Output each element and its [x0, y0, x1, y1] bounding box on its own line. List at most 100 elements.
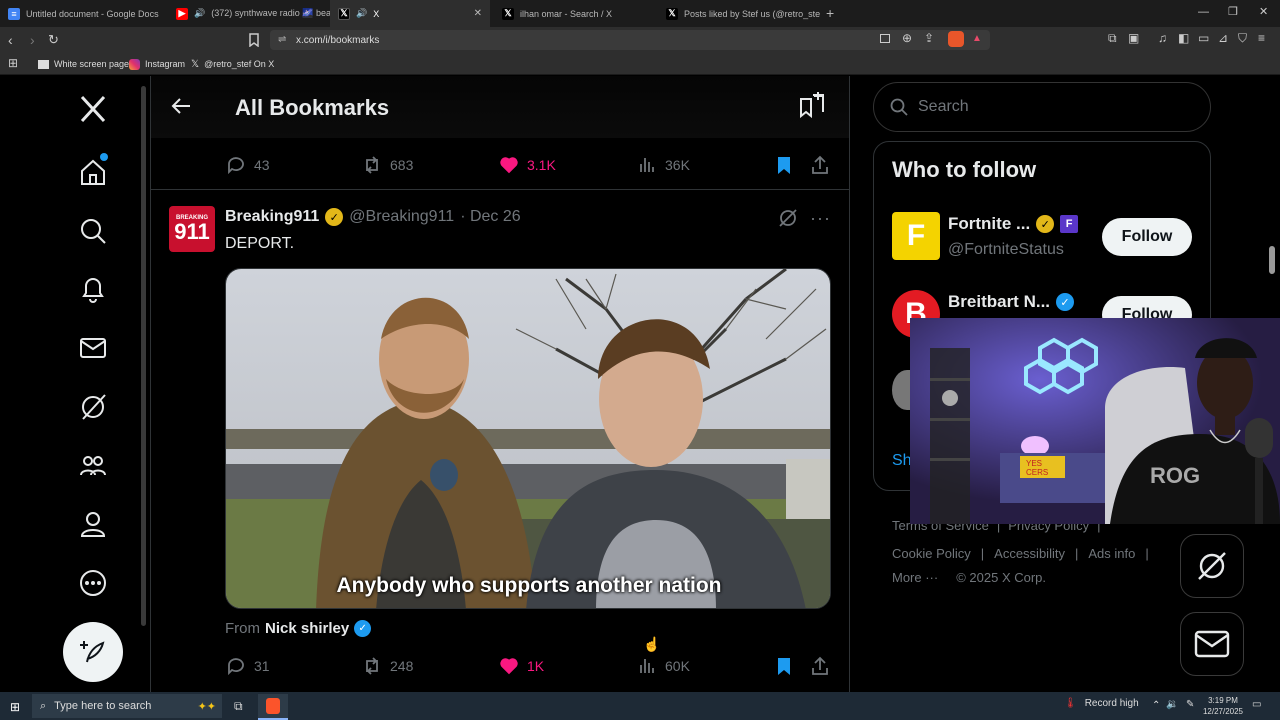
share-button[interactable]: [810, 155, 830, 180]
reader-mode-icon[interactable]: [880, 34, 890, 43]
video-source[interactable]: From Nick shirley ✓: [225, 620, 372, 637]
clock[interactable]: 3:19 PM 12/27/2025: [1200, 695, 1246, 717]
reply-button[interactable]: 31: [226, 656, 270, 676]
brave-taskbar-button[interactable]: [258, 694, 288, 720]
messages-icon[interactable]: [72, 327, 114, 369]
new-bookmark-folder-icon[interactable]: [798, 91, 826, 124]
screenshot-icon[interactable]: ▣: [1128, 31, 1139, 45]
account-name: Breitbart N...: [948, 292, 1051, 311]
post-more-icon[interactable]: ···: [810, 208, 831, 229]
webcam-overlay: YES CERS ROG: [910, 318, 1280, 524]
gold-verified-icon: ✓: [1036, 215, 1055, 233]
share-button[interactable]: [810, 656, 830, 681]
music-icon[interactable]: ♫: [1158, 31, 1167, 45]
close-window-icon[interactable]: ✕: [1259, 5, 1268, 18]
bookmark-instagram[interactable]: Instagram: [129, 55, 185, 73]
back-icon[interactable]: ‹: [8, 32, 13, 48]
tray-chevron-icon[interactable]: ⌃: [1152, 700, 1160, 711]
weather-widget[interactable]: 🌡 Record high: [1064, 698, 1139, 709]
views-button[interactable]: 36K: [637, 155, 690, 175]
communities-icon[interactable]: [72, 445, 114, 487]
menu-icon[interactable]: ≡: [1258, 31, 1265, 45]
from-label: From: [225, 620, 260, 637]
pen-icon[interactable]: ✎: [1186, 699, 1194, 710]
notifications-icon[interactable]: [72, 268, 114, 310]
notification-center-icon[interactable]: ▭: [1252, 699, 1261, 710]
search-input[interactable]: Search: [873, 82, 1211, 132]
tab-x-bookmarks[interactable]: 𝕏 🔊 X ✕: [330, 0, 490, 27]
volume-icon[interactable]: 🔉: [1166, 699, 1178, 710]
bookmark-button[interactable]: [774, 155, 794, 180]
author-name[interactable]: Breaking911: [225, 208, 319, 226]
like-button[interactable]: 1K: [499, 656, 544, 676]
repost-button[interactable]: 248: [362, 656, 413, 676]
grok-post-icon[interactable]: [778, 208, 798, 233]
minimize-icon[interactable]: —: [1198, 6, 1209, 18]
reload-icon[interactable]: ↻: [48, 32, 59, 48]
views-count: 60K: [665, 658, 690, 674]
tab-google-docs[interactable]: ≡ Untitled document - Google Docs: [0, 0, 168, 27]
post-video[interactable]: Anybody who supports another nation: [225, 268, 831, 609]
site-info-icon[interactable]: ⇌: [278, 34, 286, 45]
main-scrollbar[interactable]: [141, 86, 146, 626]
reply-count: 43: [254, 157, 270, 173]
brave-shields-icon[interactable]: [948, 31, 964, 47]
task-view-icon[interactable]: ⧉: [234, 699, 243, 714]
bookmark-white-screen[interactable]: White screen page: [38, 55, 129, 73]
profile-icon[interactable]: [72, 503, 114, 545]
bookmark-page-icon[interactable]: [248, 33, 260, 52]
home-icon[interactable]: [72, 151, 114, 193]
shield-icon[interactable]: ⛉: [1238, 31, 1247, 46]
zoom-icon[interactable]: ⊕: [902, 31, 912, 45]
fortnite-name-row[interactable]: Fortnite ... ✓ F: [948, 214, 1079, 234]
post-text: DEPORT.: [225, 235, 295, 252]
author-handle[interactable]: @Breaking911: [349, 208, 454, 226]
tab-liked-posts[interactable]: 𝕏 Posts liked by Stef us (@retro_stef) /: [658, 0, 820, 27]
like-button[interactable]: 3.1K: [499, 155, 556, 175]
cookie-policy-link[interactable]: Cookie Policy: [892, 546, 971, 561]
repost-button[interactable]: 683: [362, 155, 413, 175]
ads-info-link[interactable]: Ads info: [1088, 546, 1135, 561]
show-more-link[interactable]: Sh: [892, 452, 912, 470]
restore-icon[interactable]: ❐: [1228, 5, 1238, 18]
search-icon[interactable]: [72, 210, 114, 252]
compose-post-button[interactable]: [63, 622, 123, 682]
windows-start-icon[interactable]: ⊞: [10, 700, 20, 714]
new-tab-icon[interactable]: +: [826, 5, 834, 21]
messages-floating-button[interactable]: [1180, 612, 1244, 676]
tab-search-x[interactable]: 𝕏 ilhan omar - Search / X: [494, 0, 658, 27]
breitbart-name-row[interactable]: Breitbart N... ✓: [948, 292, 1075, 312]
grok-floating-button[interactable]: [1180, 534, 1244, 598]
follow-fortnite-button[interactable]: Follow: [1102, 218, 1192, 256]
footer-row-3: More ··· © 2025 X Corp.: [892, 570, 1046, 585]
bookmark-button[interactable]: [774, 656, 794, 681]
more-icon[interactable]: [72, 562, 114, 604]
accessibility-link[interactable]: Accessibility: [994, 546, 1065, 561]
taskbar-search-input[interactable]: ⌕ Type here to search ✦✦: [32, 694, 222, 718]
page-scrollbar[interactable]: [1269, 246, 1275, 274]
fortnite-avatar[interactable]: F: [892, 212, 940, 260]
reply-button[interactable]: 43: [226, 155, 270, 175]
instagram-icon: [129, 58, 140, 70]
source-name[interactable]: Nick shirley: [265, 620, 349, 637]
brave-rewards-icon[interactable]: ▲: [972, 33, 982, 44]
bookmark-retro-stef[interactable]: 𝕏 @retro_stef On X: [191, 55, 274, 73]
close-tab-icon[interactable]: ✕: [474, 8, 482, 19]
search-placeholder: Search: [918, 98, 969, 115]
svg-text:YES: YES: [1026, 459, 1042, 468]
post-date[interactable]: · Dec 26: [460, 208, 520, 226]
vpn-icon[interactable]: ⊿: [1218, 31, 1228, 45]
grok-icon[interactable]: [72, 386, 114, 428]
more-link[interactable]: More ···: [892, 570, 938, 585]
apps-grid-icon[interactable]: ⊞: [8, 56, 18, 70]
sidebar-icon[interactable]: ◧: [1178, 31, 1189, 45]
author-avatar[interactable]: BREAKING 911: [169, 206, 215, 252]
views-button[interactable]: 60K: [637, 656, 690, 676]
back-arrow-icon[interactable]: [170, 95, 192, 122]
share-icon[interactable]: ⇪: [924, 31, 934, 45]
wallet-icon[interactable]: ▭: [1198, 31, 1209, 45]
extensions-icon[interactable]: ⧉: [1108, 31, 1117, 46]
forward-icon[interactable]: ›: [30, 32, 35, 48]
tab-youtube[interactable]: ▶ 🔊 (372) synthwave radio 🌌 beats t: [168, 0, 330, 27]
x-logo-icon[interactable]: [72, 88, 114, 130]
